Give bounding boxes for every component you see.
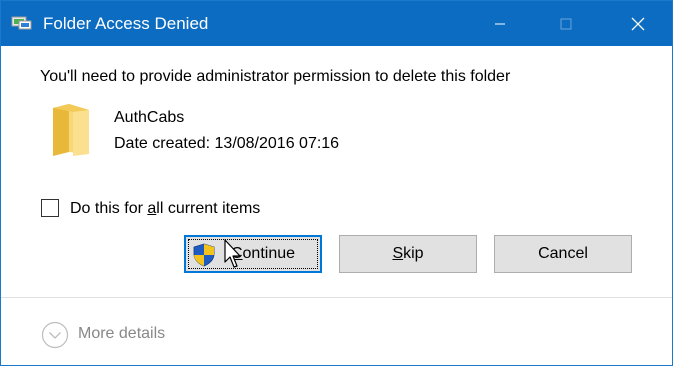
apply-all-label[interactable]: Do this for all current items	[70, 199, 260, 219]
cancel-label: Cancel	[538, 245, 588, 262]
folder-sync-icon	[11, 16, 32, 30]
maximize-button[interactable]	[543, 1, 589, 46]
permission-message: You'll need to provide administrator per…	[40, 68, 511, 85]
maximize-icon	[560, 18, 572, 29]
uac-shield-icon	[193, 243, 215, 267]
chevron-down-circle-icon[interactable]	[41, 321, 69, 349]
more-details-link[interactable]: More details	[78, 324, 165, 344]
continue-button[interactable]: Continue	[184, 235, 322, 273]
skip-button[interactable]: Skip	[339, 235, 477, 273]
skip-label: Skip	[392, 245, 424, 262]
apply-all-checkbox[interactable]	[41, 199, 59, 217]
window-title: Folder Access Denied	[43, 14, 209, 33]
item-name: AuthCabs	[114, 109, 185, 126]
close-icon	[631, 17, 645, 30]
minimize-icon	[495, 23, 505, 24]
mouse-cursor-icon	[224, 239, 241, 268]
cancel-button[interactable]: Cancel	[494, 235, 632, 273]
folder-icon	[53, 104, 89, 156]
close-button[interactable]	[615, 1, 661, 46]
item-date: Date created: 13/08/2016 07:16	[114, 134, 339, 154]
date-created-value: 13/08/2016 07:16	[214, 135, 340, 152]
date-created-label: Date created:	[114, 135, 211, 152]
minimize-button[interactable]	[477, 1, 523, 46]
dialog-window: Folder Access Denied You'll need to prov…	[0, 0, 673, 366]
title-bar: Folder Access Denied	[1, 1, 672, 46]
